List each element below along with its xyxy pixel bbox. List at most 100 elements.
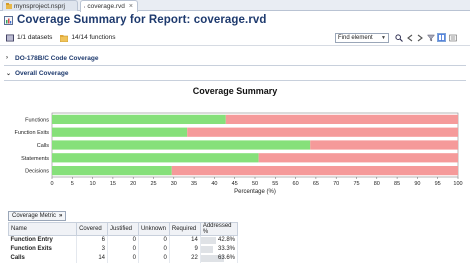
x-tick-label: 75 [353, 181, 359, 187]
page-header: Coverage Summary for Report: coverage.rv… [0, 12, 470, 28]
x-tick-label: 50 [252, 181, 258, 187]
find-element-text: Find element [338, 35, 373, 41]
cell-addressed: 63.6% [200, 253, 239, 263]
category-label: Functions [25, 117, 49, 123]
search-icon [394, 33, 403, 42]
tab-project[interactable]: mynsproject.nsprj [2, 0, 78, 11]
bar-not-covered[interactable] [310, 140, 458, 150]
cell-justified: 0 [107, 253, 139, 263]
cell-addressed: 42.8% [200, 235, 239, 245]
bar-covered[interactable] [52, 153, 259, 163]
x-tick-label: 60 [293, 181, 299, 187]
x-tick-label: 100 [453, 181, 462, 187]
column-header-required[interactable]: Required [168, 222, 201, 236]
bar-covered[interactable] [52, 140, 311, 150]
x-tick-label: 90 [414, 181, 420, 187]
cell-covered: 6 [76, 235, 108, 245]
x-tick-label: 15 [110, 181, 116, 187]
column-header-name[interactable]: Name [7, 222, 78, 236]
datasets-filter[interactable]: 1/1 datasets [6, 34, 52, 42]
arrow-right-icon [417, 34, 423, 41]
x-tick-label: 35 [191, 181, 197, 187]
tab-label: coverage.rvd [87, 3, 125, 10]
filter-button[interactable] [426, 33, 435, 42]
report-icon [84, 5, 86, 8]
addressed-value: 63.6% [217, 255, 235, 261]
cell-name: Function Entry [8, 235, 78, 245]
x-tick-label: 80 [374, 181, 380, 187]
toolbar: 1/1 datasets 14/14 functions Find elemen… [0, 30, 470, 46]
table-row[interactable]: Function Exits 3 0 0 9 33.3% [8, 244, 239, 254]
cell-required: 14 [169, 235, 201, 245]
section-overall-coverage[interactable]: ⌄ Overall Coverage [0, 67, 470, 79]
folder-icon [60, 34, 69, 42]
chevron-down-icon: ⌄ [6, 70, 12, 77]
section-divider [4, 65, 466, 66]
datasets-label: 1/1 datasets [17, 34, 53, 41]
search-button[interactable] [394, 33, 403, 42]
x-tick-label: 45 [232, 181, 238, 187]
column-header-unknown[interactable]: Unknown [137, 222, 170, 236]
coverage-metric-button[interactable]: Coverage Metric » [8, 211, 67, 221]
view-menu-icon [448, 34, 457, 41]
section-divider [4, 80, 466, 81]
coverage-report-icon [4, 15, 13, 25]
addressed-bar [200, 237, 217, 244]
x-tick-label: 25 [150, 181, 156, 187]
tab-coverage[interactable]: coverage.rvd × [80, 0, 138, 12]
column-header-covered[interactable]: Covered [76, 222, 108, 236]
section-code-coverage[interactable]: › DO-178B/C Code Coverage [0, 52, 470, 64]
addressed-value: 42.8% [217, 237, 235, 244]
cell-justified: 0 [107, 244, 139, 254]
coverage-table: Name Covered Justified Unknown Required … [7, 222, 239, 263]
bar-covered[interactable] [52, 165, 172, 176]
cell-required: 9 [169, 244, 201, 254]
bar-not-covered[interactable] [187, 127, 458, 137]
cell-name: Calls [8, 253, 78, 263]
cell-required: 22 [169, 253, 201, 263]
view-menu-button[interactable] [448, 33, 457, 42]
chevron-right-icon: › [6, 55, 8, 61]
arrow-left-icon [406, 34, 412, 41]
bar-covered[interactable] [52, 114, 226, 125]
x-tick-label: 85 [394, 181, 400, 187]
previous-button[interactable] [405, 33, 414, 42]
cell-unknown: 0 [138, 253, 170, 263]
page-title: Coverage Summary for Report: coverage.rv… [17, 14, 267, 26]
cell-addressed: 33.3% [200, 244, 239, 254]
x-tick-label: 65 [313, 181, 319, 187]
filter-icon [426, 34, 435, 41]
category-label: Function Exits [14, 130, 49, 136]
x-axis-label: Percentage (%) [234, 189, 276, 195]
column-header-justified[interactable]: Justified [107, 222, 139, 236]
x-tick-label: 30 [171, 181, 177, 187]
datasets-icon [6, 34, 14, 41]
coverage-summary-chart: Functions Function Exits Calls Statements De… [14, 112, 463, 195]
project-icon [6, 3, 12, 9]
cell-covered: 3 [76, 244, 108, 254]
x-tick-label: 95 [435, 181, 441, 187]
bar-covered[interactable] [52, 127, 188, 137]
bar-not-covered[interactable] [258, 153, 458, 163]
section-title: DO-178B/C Code Coverage [15, 54, 99, 62]
cell-unknown: 0 [138, 235, 170, 245]
bar-not-covered[interactable] [225, 114, 458, 125]
functions-label: 14/14 functions [71, 34, 116, 41]
x-tick-label: 20 [130, 181, 136, 187]
category-label: Decisions [25, 169, 49, 175]
find-element-select[interactable]: Find element ▼ [335, 33, 389, 43]
x-tick-label: 0 [50, 181, 53, 187]
layout-toggle-button[interactable] [437, 33, 446, 42]
bar-not-covered[interactable] [171, 165, 458, 176]
category-label: Statements [21, 156, 49, 162]
close-icon[interactable]: × [129, 3, 133, 10]
layout-icon [438, 34, 445, 41]
chart-title: Coverage Summary [192, 86, 278, 96]
addressed-value: 33.3% [217, 246, 235, 252]
next-button[interactable] [415, 33, 424, 42]
column-header-addressed[interactable]: Addressed % [199, 222, 239, 236]
x-tick-label: 40 [211, 181, 217, 187]
functions-filter[interactable]: 14/14 functions [60, 34, 116, 42]
table-row[interactable]: Calls 14 0 0 22 63.6% [8, 253, 239, 263]
table-row[interactable]: Function Entry 6 0 0 14 42.8% [8, 235, 239, 245]
